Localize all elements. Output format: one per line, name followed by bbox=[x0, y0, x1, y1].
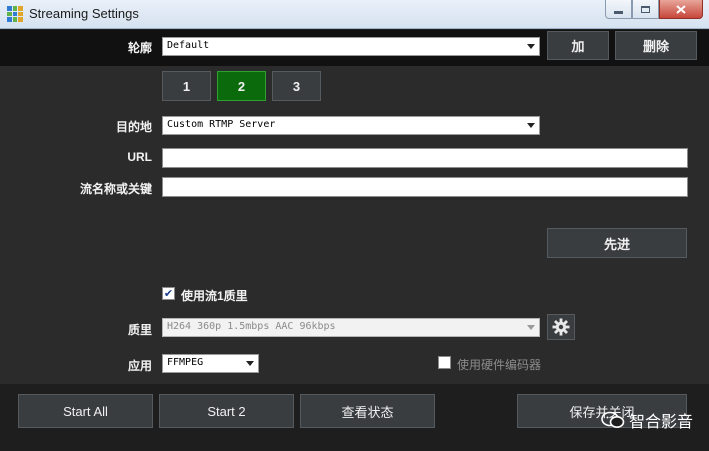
chevron-down-icon bbox=[527, 325, 535, 330]
stream-settings-panel: 1 2 3 目的地 Custom RTMP Server URL 流名称或关键 … bbox=[0, 66, 709, 384]
view-status-button[interactable]: 查看状态 bbox=[300, 394, 435, 428]
quality-select[interactable]: H264 360p 1.5mbps AAC 96kbps bbox=[162, 318, 540, 337]
wechat-icon bbox=[601, 411, 625, 428]
window-title-bar: Streaming Settings bbox=[0, 0, 709, 29]
destination-select[interactable]: Custom RTMP Server bbox=[162, 116, 540, 135]
profile-panel: 轮廓 Default 加 删除 bbox=[0, 30, 709, 66]
minimize-button[interactable] bbox=[605, 0, 632, 19]
gear-icon bbox=[552, 318, 570, 336]
watermark: 智合影音 bbox=[601, 408, 693, 432]
chevron-down-icon bbox=[527, 123, 535, 128]
application-select[interactable]: FFMPEG bbox=[162, 354, 259, 373]
use-stream1-quality-label: 使用流1质里 bbox=[181, 289, 248, 303]
minimize-icon bbox=[614, 10, 623, 14]
maximize-icon bbox=[641, 5, 650, 13]
close-icon bbox=[676, 4, 686, 14]
chevron-down-icon bbox=[527, 44, 535, 49]
delete-profile-button[interactable]: 删除 bbox=[615, 31, 697, 60]
url-label: URL bbox=[127, 150, 152, 164]
url-input[interactable] bbox=[162, 148, 688, 168]
hardware-encoder-checkbox[interactable] bbox=[438, 356, 451, 369]
use-stream1-quality-checkbox[interactable]: ✔ bbox=[162, 287, 175, 300]
quality-settings-button[interactable] bbox=[547, 314, 575, 340]
quality-label: 质里 bbox=[127, 323, 152, 337]
profile-select-value: Default bbox=[167, 40, 210, 51]
application-label: 应用 bbox=[127, 359, 152, 373]
window-title: Streaming Settings bbox=[29, 6, 139, 21]
destination-label: 目的地 bbox=[115, 120, 152, 134]
maximize-button[interactable] bbox=[632, 0, 659, 19]
tab-stream-3[interactable]: 3 bbox=[272, 71, 321, 101]
start-2-button[interactable]: Start 2 bbox=[159, 394, 294, 428]
stream-key-label: 流名称或关键 bbox=[79, 182, 152, 196]
tab-stream-2[interactable]: 2 bbox=[217, 71, 266, 101]
profile-select[interactable]: Default bbox=[162, 37, 540, 56]
watermark-text: 智合影音 bbox=[628, 412, 693, 431]
hardware-encoder-label: 使用硬件编码器 bbox=[457, 358, 542, 372]
tab-stream-1[interactable]: 1 bbox=[162, 71, 211, 101]
start-all-button[interactable]: Start All bbox=[18, 394, 153, 428]
close-button[interactable] bbox=[659, 0, 703, 19]
application-select-value: FFMPEG bbox=[167, 357, 204, 368]
stream-key-input[interactable] bbox=[162, 177, 688, 197]
chevron-down-icon bbox=[246, 361, 254, 366]
quality-select-value: H264 360p 1.5mbps AAC 96kbps bbox=[167, 321, 336, 332]
app-icon bbox=[7, 6, 23, 22]
add-profile-button[interactable]: 加 bbox=[547, 31, 609, 60]
destination-select-value: Custom RTMP Server bbox=[167, 119, 276, 130]
advanced-button[interactable]: 先进 bbox=[547, 228, 687, 258]
profile-label: 轮廓 bbox=[127, 41, 152, 55]
